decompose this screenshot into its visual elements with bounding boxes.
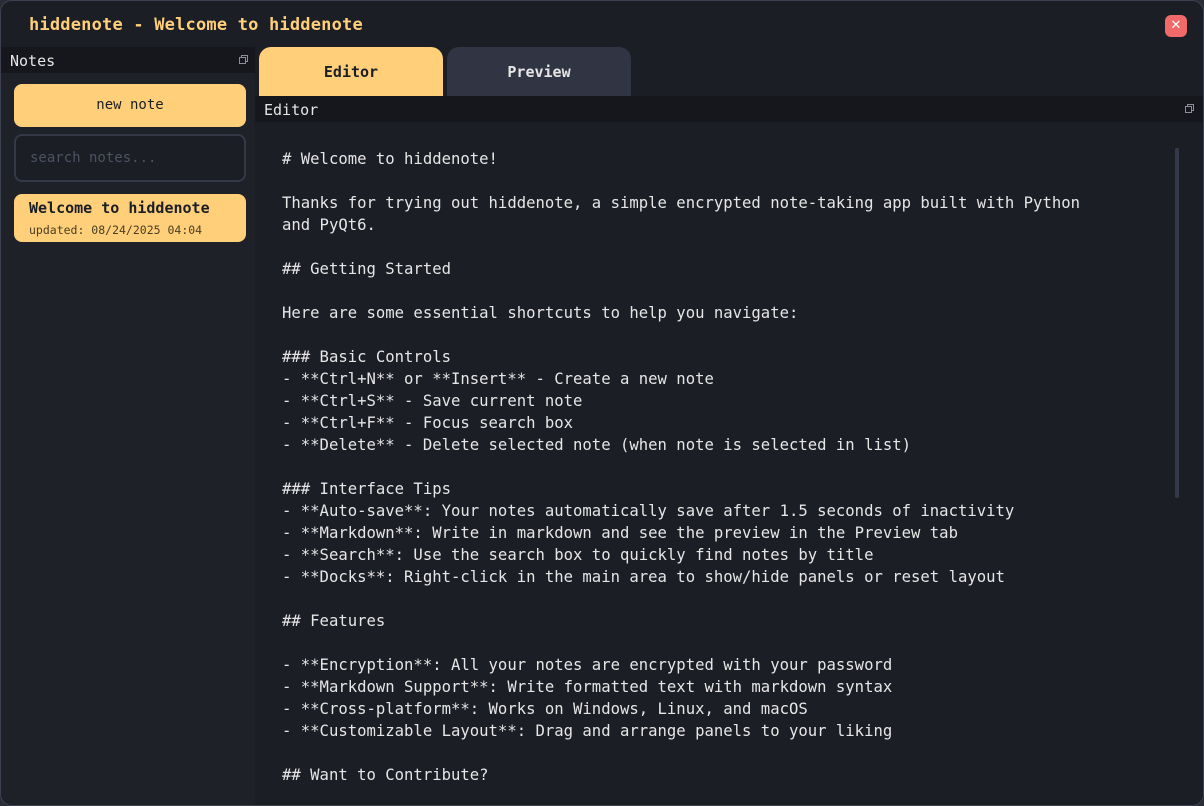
editor-scrollbar[interactable] [1175, 148, 1179, 498]
note-item-updated: updated: 08/24/2025 04:04 [29, 223, 203, 237]
search-input[interactable] [14, 134, 246, 182]
editor-panel-title: Editor [264, 101, 319, 119]
close-button[interactable]: ✕ [1165, 15, 1187, 37]
close-icon: ✕ [1170, 18, 1182, 33]
notes-panel-title: Notes [10, 52, 56, 70]
editor-panel: Editor # Welcome to hiddenote! Thanks fo… [255, 96, 1203, 805]
editor-content[interactable]: # Welcome to hiddenote! Thanks for tryin… [282, 148, 1162, 786]
tab-bar: Editor Preview [255, 47, 1203, 96]
app-window: hiddenote - Welcome to hiddenote ✕ Notes… [0, 0, 1204, 806]
tab-editor[interactable]: Editor [259, 47, 443, 96]
notes-panel-header[interactable]: Notes [1, 47, 255, 73]
note-list-item[interactable]: Welcome to hiddenote updated: 08/24/2025… [14, 194, 246, 242]
editor-text-area[interactable]: # Welcome to hiddenote! Thanks for tryin… [255, 122, 1203, 805]
editor-panel-header[interactable]: Editor [255, 96, 1203, 122]
float-window-icon[interactable] [239, 55, 248, 64]
editor-scrollbar-thumb[interactable] [1175, 148, 1179, 498]
title-bar[interactable]: hiddenote - Welcome to hiddenote ✕ [1, 1, 1203, 47]
tab-preview[interactable]: Preview [447, 47, 631, 96]
note-item-title: Welcome to hiddenote [29, 199, 210, 217]
window-title: hiddenote - Welcome to hiddenote [29, 15, 363, 35]
notes-panel: Notes new note Welcome to hiddenote upda… [1, 47, 255, 805]
float-window-icon[interactable] [1185, 104, 1194, 113]
new-note-button[interactable]: new note [14, 84, 246, 127]
